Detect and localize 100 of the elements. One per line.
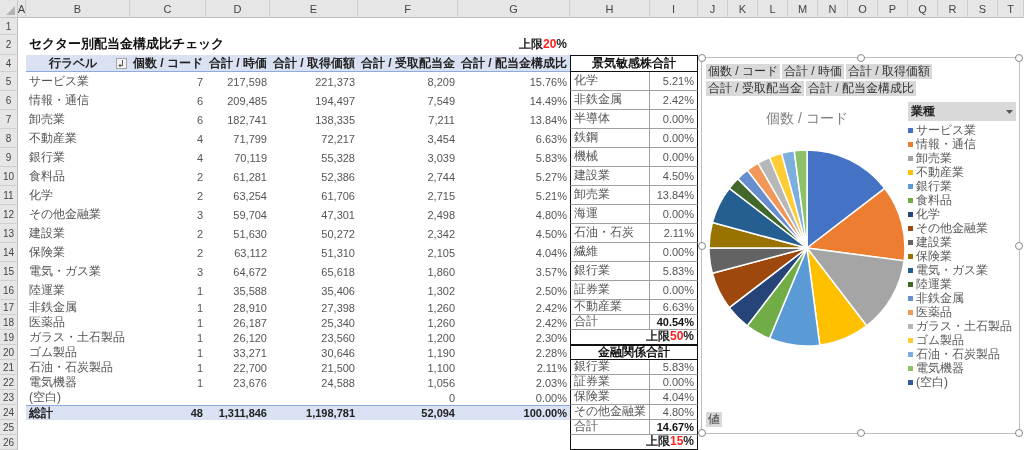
column-header[interactable]: M (788, 0, 818, 18)
table-cell-text: 194,497 (314, 93, 356, 109)
chart-title: 個数 / コード (766, 110, 848, 128)
resize-handle[interactable] (856, 429, 865, 437)
resize-handle[interactable] (698, 54, 706, 62)
row-header[interactable]: 15 (0, 262, 18, 281)
field-button[interactable]: 個数 / コード (706, 64, 780, 79)
row-header[interactable]: 20 (0, 345, 18, 360)
legend-label: 化学 (916, 207, 940, 221)
row-header[interactable]: 11 (0, 186, 18, 205)
row-header[interactable]: 2 (0, 35, 18, 55)
table-cell-text: 2 (195, 226, 204, 242)
row-label: 不動産業 (28, 130, 78, 147)
table-cell-text: 1 (195, 330, 204, 345)
table-cell-text: 1 (195, 360, 204, 375)
column-header: 合計 / 時価 (206, 55, 270, 72)
total-value: 48 (130, 405, 206, 420)
row-label: その他金融業 (28, 206, 102, 223)
resize-handle[interactable] (698, 429, 706, 437)
row-header[interactable]: 16 (0, 281, 18, 300)
row-header[interactable]: 4 (0, 55, 18, 72)
table-cell-text: 182,741 (226, 112, 268, 128)
table-cell-text: 15.76% (528, 74, 568, 90)
table-cell-text: 1,860 (426, 264, 456, 280)
legend-label: 保険業 (916, 249, 952, 263)
resize-handle[interactable] (1015, 429, 1023, 437)
legend-label: 医薬品 (916, 305, 952, 319)
row-header[interactable]: 10 (0, 167, 18, 186)
row-header[interactable]: 6 (0, 91, 18, 110)
table-cell: 銀行業 (570, 262, 650, 281)
row-header[interactable]: 1 (0, 18, 18, 35)
column-header[interactable]: J (698, 0, 728, 18)
column-header[interactable]: P (878, 0, 908, 18)
value-field-button[interactable]: 値 (706, 412, 722, 427)
table-cell-text: 3,454 (426, 131, 456, 147)
table-cell-text: 0 (447, 390, 456, 405)
row-header[interactable]: 18 (0, 315, 18, 330)
row-header[interactable]: 13 (0, 224, 18, 243)
filter-button[interactable] (116, 57, 127, 69)
row-header[interactable]: 23 (0, 390, 18, 405)
column-header[interactable]: G (458, 0, 570, 18)
resize-handle[interactable] (1015, 241, 1023, 250)
column-header[interactable]: Q (908, 0, 938, 18)
field-button[interactable]: 合計 / 配当金構成比 (806, 81, 917, 96)
resize-handle[interactable] (1015, 54, 1023, 62)
resize-handle[interactable] (856, 54, 865, 62)
column-header[interactable]: H (570, 0, 650, 18)
column-header[interactable]: K (728, 0, 758, 18)
row-header[interactable]: 8 (0, 129, 18, 148)
table-cell-text: 2,498 (426, 207, 456, 223)
row-header[interactable]: 5 (0, 72, 18, 91)
row-header[interactable]: 21 (0, 360, 18, 375)
table-cell-text: 22,700 (232, 360, 268, 375)
table-cell-text: 70,119 (233, 150, 268, 166)
row-label: (空白) (28, 390, 62, 405)
summary-title: 景気敏感株合計 (570, 55, 698, 72)
column-header[interactable]: O (848, 0, 878, 18)
resize-handle[interactable] (698, 241, 706, 250)
field-button[interactable]: 合計 / 取得価額 (846, 64, 933, 79)
column-header[interactable]: T (998, 0, 1024, 18)
row-label: 建設業 (28, 225, 66, 242)
table-cell-text: 4.04% (534, 245, 568, 261)
table-cell: 4.80% (650, 405, 698, 420)
table-cell: 保険業 (570, 390, 650, 405)
table-cell-text: 2,105 (426, 245, 456, 261)
column-header[interactable]: C (130, 0, 206, 18)
table-cell-text: 2.42% (534, 300, 568, 315)
table-cell: 0.00% (650, 243, 698, 262)
column-header[interactable]: L (758, 0, 788, 18)
row-header[interactable]: 12 (0, 205, 18, 224)
table-cell-text: 64,672 (232, 264, 268, 280)
column-header[interactable]: N (818, 0, 848, 18)
column-header[interactable]: F (358, 0, 458, 18)
row-header[interactable]: 19 (0, 330, 18, 345)
table-cell: 不動産業 (570, 300, 650, 315)
row-header[interactable]: 14 (0, 243, 18, 262)
row-header[interactable]: 7 (0, 110, 18, 129)
column-header[interactable]: R (938, 0, 968, 18)
table-cell: 石油・石炭 (570, 224, 650, 243)
row-header[interactable]: 17 (0, 300, 18, 315)
column-header[interactable]: E (270, 0, 358, 18)
row-header[interactable]: 24 (0, 405, 18, 420)
column-header[interactable]: B (26, 0, 130, 18)
field-button[interactable]: 合計 / 時価 (782, 64, 845, 79)
legend-field-button[interactable]: 業種 (908, 102, 1016, 121)
row-header[interactable]: 25 (0, 420, 18, 435)
row-header[interactable]: 26 (0, 435, 18, 450)
table-cell: 5.21% (650, 72, 698, 91)
row-header[interactable]: 9 (0, 148, 18, 167)
row-header[interactable]: 22 (0, 375, 18, 390)
legend-label: 情報・通信 (916, 137, 976, 151)
table-cell: 証券業 (570, 375, 650, 390)
field-button[interactable]: 合計 / 受取配当金 (706, 81, 804, 96)
table-cell-text: 6 (195, 93, 204, 109)
select-all-icon[interactable] (6, 6, 15, 15)
table-cell-text: 217,598 (226, 74, 268, 90)
column-header[interactable]: I (650, 0, 698, 18)
column-header[interactable]: D (206, 0, 270, 18)
chart-area[interactable]: 個数 / コード 合計 / 時価 合計 / 取得価額 合計 / 受取配当金 合計 / 配当金構成比 個数 / コード 業種 サービス業 情報・通信 卸売業 不動産業 銀行業 食料品 化学 その他金融業 建設業 保険業 電気・ガス業 陸運業 非鉄金属 医薬品 ガラス・土石製品 ゴム製品 石油・石炭製品 電気機器 (空白) 値 (701, 57, 1020, 434)
column-header[interactable]: S (968, 0, 998, 18)
